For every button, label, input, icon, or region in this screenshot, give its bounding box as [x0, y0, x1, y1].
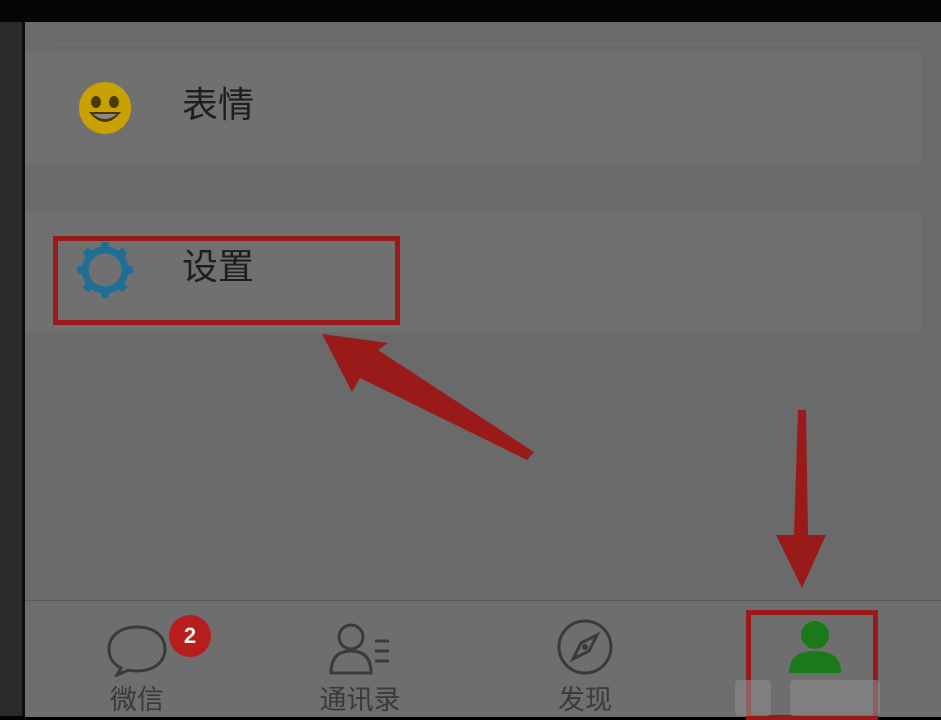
tab-discover[interactable]: 发现: [485, 601, 685, 717]
section-gap: [25, 164, 921, 212]
menu-item-emoji[interactable]: 表情: [25, 52, 921, 164]
unread-badge: 2: [169, 615, 211, 657]
watermark-blur: [735, 680, 771, 716]
left-edge: [0, 22, 22, 716]
contacts-icon: [327, 619, 393, 681]
tab-label: 微信: [110, 685, 164, 716]
tab-chats[interactable]: 2 微信: [37, 601, 237, 717]
watermark-blur: [790, 680, 880, 716]
empty-area: [25, 332, 941, 600]
chat-bubble-icon: [105, 623, 169, 681]
compass-icon: [555, 617, 615, 681]
tab-label: 通讯录: [319, 685, 401, 716]
divider: [55, 44, 921, 45]
smiley-face-icon: [77, 80, 133, 136]
top-black-bar: [0, 0, 941, 22]
tab-contacts[interactable]: 通讯录: [260, 601, 460, 717]
settings-highlight-box: [53, 236, 400, 325]
menu-item-label: 表情: [182, 85, 255, 126]
tab-label: 发现: [558, 685, 612, 716]
